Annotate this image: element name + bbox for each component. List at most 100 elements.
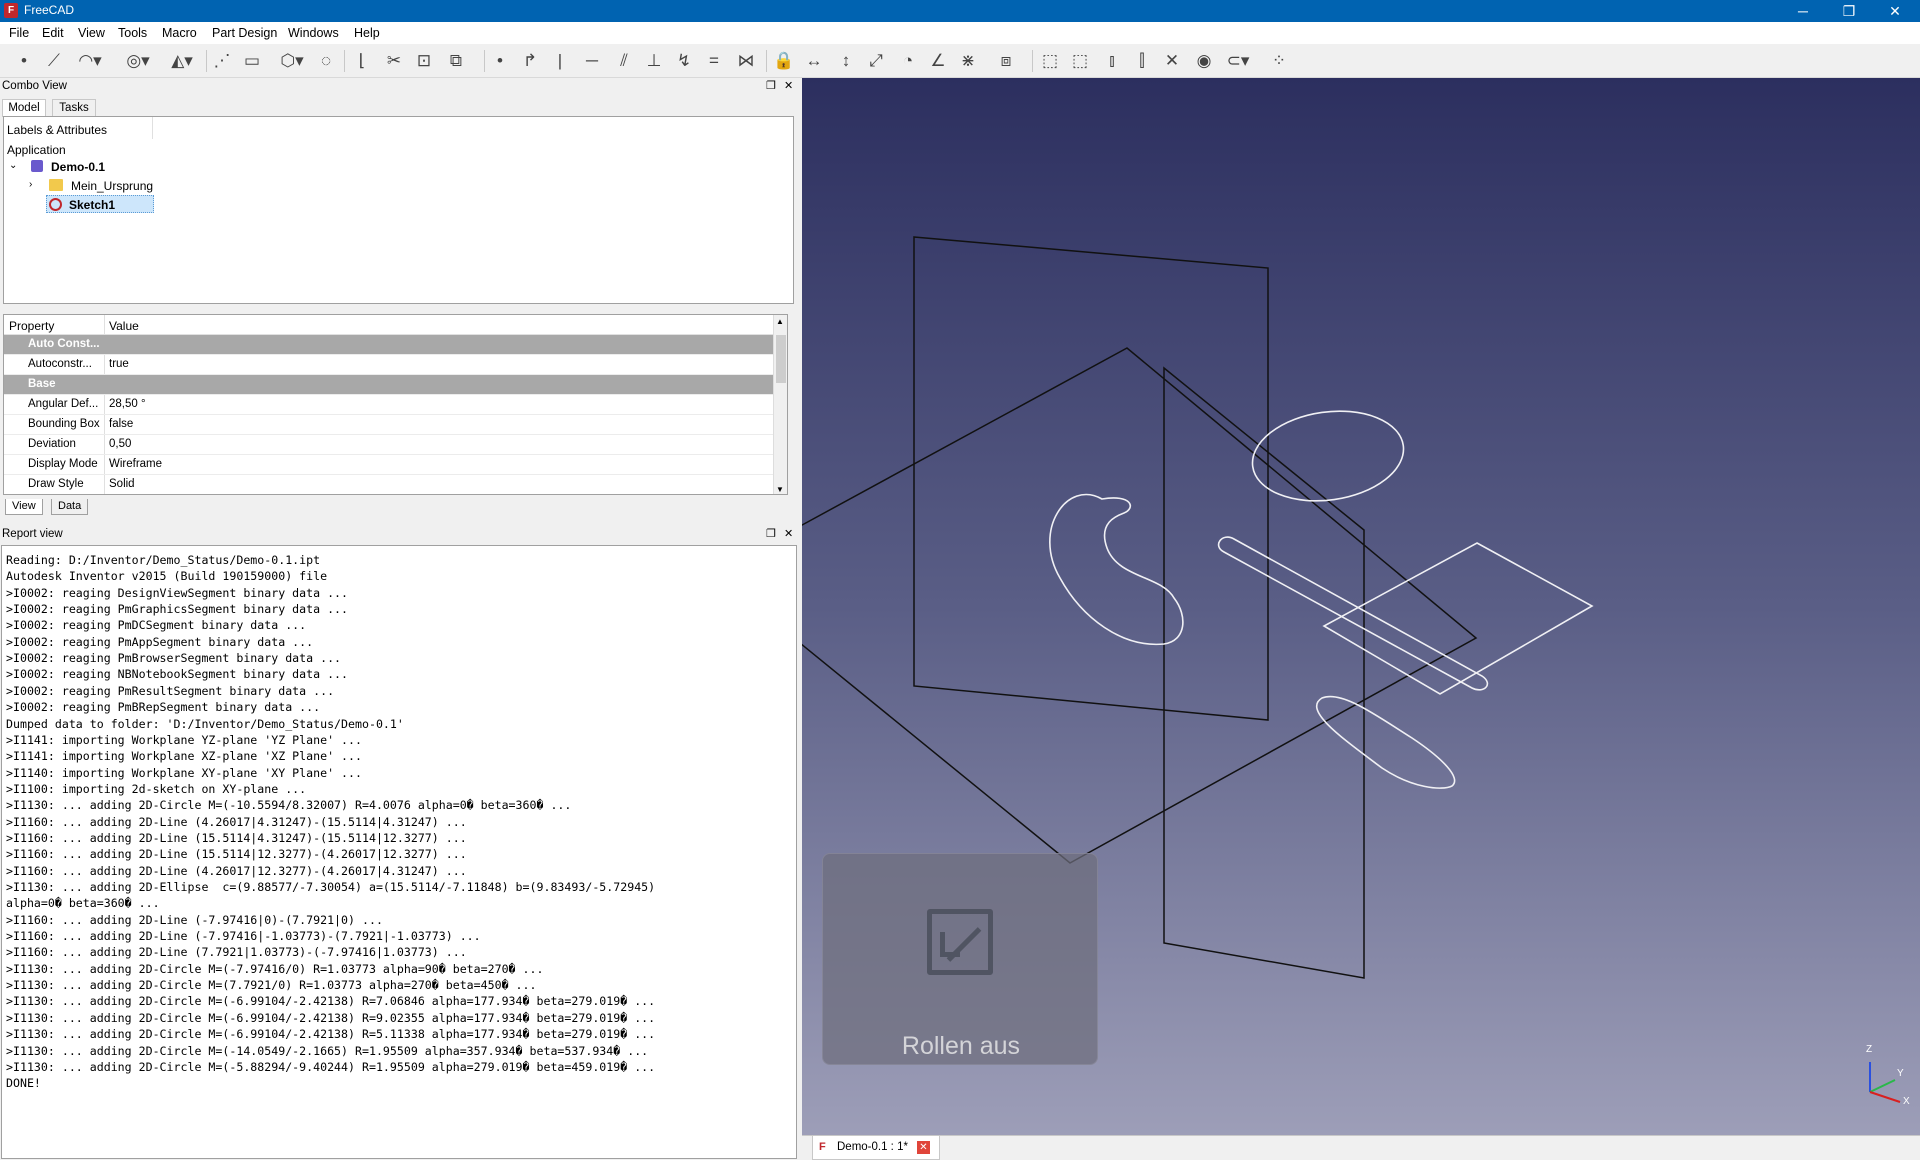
xz-plane — [1163, 366, 1365, 979]
property-value[interactable]: Solid — [109, 475, 135, 494]
sketch1-wireframe — [1049, 410, 1594, 789]
scrollbar-thumb[interactable] — [776, 335, 786, 383]
circle-tool-icon[interactable]: ◎▾ — [118, 49, 158, 73]
horizontal-distance-icon[interactable]: ↔ — [802, 49, 826, 73]
arc-tool-icon[interactable]: ◠▾ — [72, 49, 108, 73]
point-tool-icon[interactable]: • — [14, 49, 34, 73]
folder-icon — [49, 179, 63, 191]
tab-view[interactable]: View — [5, 499, 43, 515]
polyline-tool-icon[interactable]: ⋰ — [210, 49, 234, 73]
close-button[interactable]: ✕ — [1872, 0, 1918, 22]
property-name: Deviation — [28, 438, 76, 450]
property-value[interactable]: 0,50 — [109, 435, 131, 454]
property-row[interactable]: Draw Style Solid — [4, 475, 774, 494]
coincident-constraint-icon[interactable]: • — [490, 49, 510, 73]
menu-view[interactable]: View — [78, 26, 105, 40]
rectangular-array-icon[interactable]: ⁘ — [1266, 49, 1292, 73]
polygon-tool-icon[interactable]: ⬡▾ — [272, 49, 312, 73]
property-row[interactable]: Display Mode Wireframe — [4, 455, 774, 475]
property-value[interactable]: false — [109, 415, 133, 434]
report-view[interactable]: Reading: D:/Inventor/Demo_Status/Demo-0.… — [1, 545, 797, 1159]
property-value[interactable]: Wireframe — [109, 455, 162, 474]
document-icon — [31, 160, 43, 172]
distance-constraint-icon[interactable]: ⤢ — [864, 49, 888, 73]
property-value[interactable]: true — [109, 355, 129, 374]
minimize-button[interactable]: ─ — [1780, 0, 1826, 22]
tab-model[interactable]: Model — [2, 99, 46, 117]
menu-help[interactable]: Help — [354, 26, 380, 40]
tab-data[interactable]: Data — [51, 499, 89, 515]
restore-button[interactable]: ❐ — [1826, 0, 1872, 22]
combo-close-button[interactable]: ✕ — [784, 78, 793, 95]
equal-constraint-icon[interactable]: = — [702, 49, 726, 73]
slot-tool-icon[interactable]: ◌ — [314, 49, 338, 73]
rectangle-tool-icon[interactable]: ▭ — [240, 49, 264, 73]
construction-mode-icon[interactable]: ⧉ — [444, 49, 468, 73]
external-geometry-icon[interactable]: ⊡ — [412, 49, 436, 73]
delete-constraints-icon[interactable]: ✕ — [1160, 49, 1184, 73]
report-float-button[interactable]: ❐ — [766, 526, 776, 543]
scroll-down-icon[interactable]: ▼ — [776, 485, 784, 494]
toolbar-separator — [766, 50, 767, 72]
select-horizontal-axis-icon[interactable]: ⫿ — [1130, 49, 1154, 73]
property-group-row[interactable]: Base — [4, 375, 774, 395]
perpendicular-constraint-icon[interactable]: ⊥ — [642, 49, 666, 73]
property-row[interactable]: Deviation 0,50 — [4, 435, 774, 455]
select-constraints-icon[interactable]: ⬚ — [1038, 49, 1062, 73]
menu-file[interactable]: File — [9, 26, 29, 40]
tree-sketch-row[interactable]: Sketch1 — [46, 195, 154, 213]
toolbar-separator — [484, 50, 485, 72]
vertical-constraint-icon[interactable]: | — [550, 49, 570, 73]
property-name: Base — [28, 378, 56, 390]
expand-chevron-icon[interactable]: ⌄ — [9, 160, 17, 171]
property-value[interactable]: 28,50 ° — [109, 395, 146, 414]
angle-constraint-icon[interactable]: ∠ — [926, 49, 950, 73]
symmetry-tool-icon[interactable]: ⊂▾ — [1222, 49, 1254, 73]
menu-part-design[interactable]: Part Design — [212, 26, 277, 40]
menu-macro[interactable]: Macro — [162, 26, 197, 40]
property-group-row[interactable]: Auto Const... — [4, 335, 774, 355]
fillet-tool-icon[interactable]: ⌊ — [350, 49, 374, 73]
tangent-constraint-icon[interactable]: ↯ — [672, 49, 696, 73]
select-vertical-axis-icon[interactable]: ⫾ — [1100, 49, 1124, 73]
report-line: >I1140: importing Workplane XY-plane 'XY… — [6, 765, 362, 780]
property-row[interactable]: Angular Def... 28,50 ° — [4, 395, 774, 415]
radius-constraint-icon[interactable]: ◔ — [896, 49, 920, 73]
property-row[interactable]: Autoconstr... true — [4, 355, 774, 375]
report-line: >I0002: reaging DesignViewSegment binary… — [6, 585, 349, 600]
snell-law-icon[interactable]: ⋇ — [956, 49, 980, 73]
point-on-object-icon[interactable]: ↱ — [518, 49, 542, 73]
vertical-distance-icon[interactable]: ↕ — [834, 49, 858, 73]
property-scrollbar[interactable]: ▲ ▼ — [773, 315, 787, 494]
window-title: FreeCAD — [24, 3, 75, 17]
select-origin-icon[interactable]: ⬚ — [1068, 49, 1092, 73]
3d-viewport[interactable]: Rollen aus Z Y X — [802, 78, 1920, 1135]
report-line: >I1130: ... adding 2D-Circle M=(-10.5594… — [6, 798, 572, 813]
toolbar-separator — [1032, 50, 1033, 72]
trim-tool-icon[interactable]: ✂ — [382, 49, 406, 73]
menu-tools[interactable]: Tools — [118, 26, 147, 40]
toolbar-separator — [344, 50, 345, 72]
report-line: >I1141: importing Workplane YZ-plane 'YZ… — [6, 732, 362, 747]
collapse-chevron-icon[interactable]: › — [29, 179, 32, 190]
title-bar: F FreeCAD ─ ❐ ✕ — [0, 0, 1920, 22]
document-tab[interactable]: F Demo-0.1 : 1* ✕ — [812, 1136, 940, 1160]
horizontal-constraint-icon[interactable]: ─ — [580, 49, 604, 73]
property-row[interactable]: Bounding Box false — [4, 415, 774, 435]
toggle-driving-icon[interactable]: ⧈ — [994, 49, 1018, 73]
freecad-doc-icon: F — [819, 1141, 826, 1153]
combo-float-button[interactable]: ❐ — [766, 78, 776, 95]
lock-constraint-icon[interactable]: 🔒 — [772, 49, 796, 73]
report-close-button[interactable]: ✕ — [784, 526, 793, 543]
line-tool-icon[interactable]: ⟋ — [42, 49, 66, 73]
symmetric-constraint-icon[interactable]: ⋈ — [734, 49, 758, 73]
sketch-lobe — [1315, 695, 1456, 789]
parallel-constraint-icon[interactable]: ⫽ — [612, 49, 636, 73]
tab-tasks[interactable]: Tasks — [52, 99, 96, 117]
close-tab-icon[interactable]: ✕ — [917, 1141, 930, 1154]
conic-tool-icon[interactable]: ◭▾ — [164, 49, 200, 73]
show-hide-internal-icon[interactable]: ◉ — [1192, 49, 1216, 73]
scroll-up-icon[interactable]: ▲ — [776, 317, 784, 326]
menu-windows[interactable]: Windows — [288, 26, 339, 40]
menu-edit[interactable]: Edit — [42, 26, 64, 40]
